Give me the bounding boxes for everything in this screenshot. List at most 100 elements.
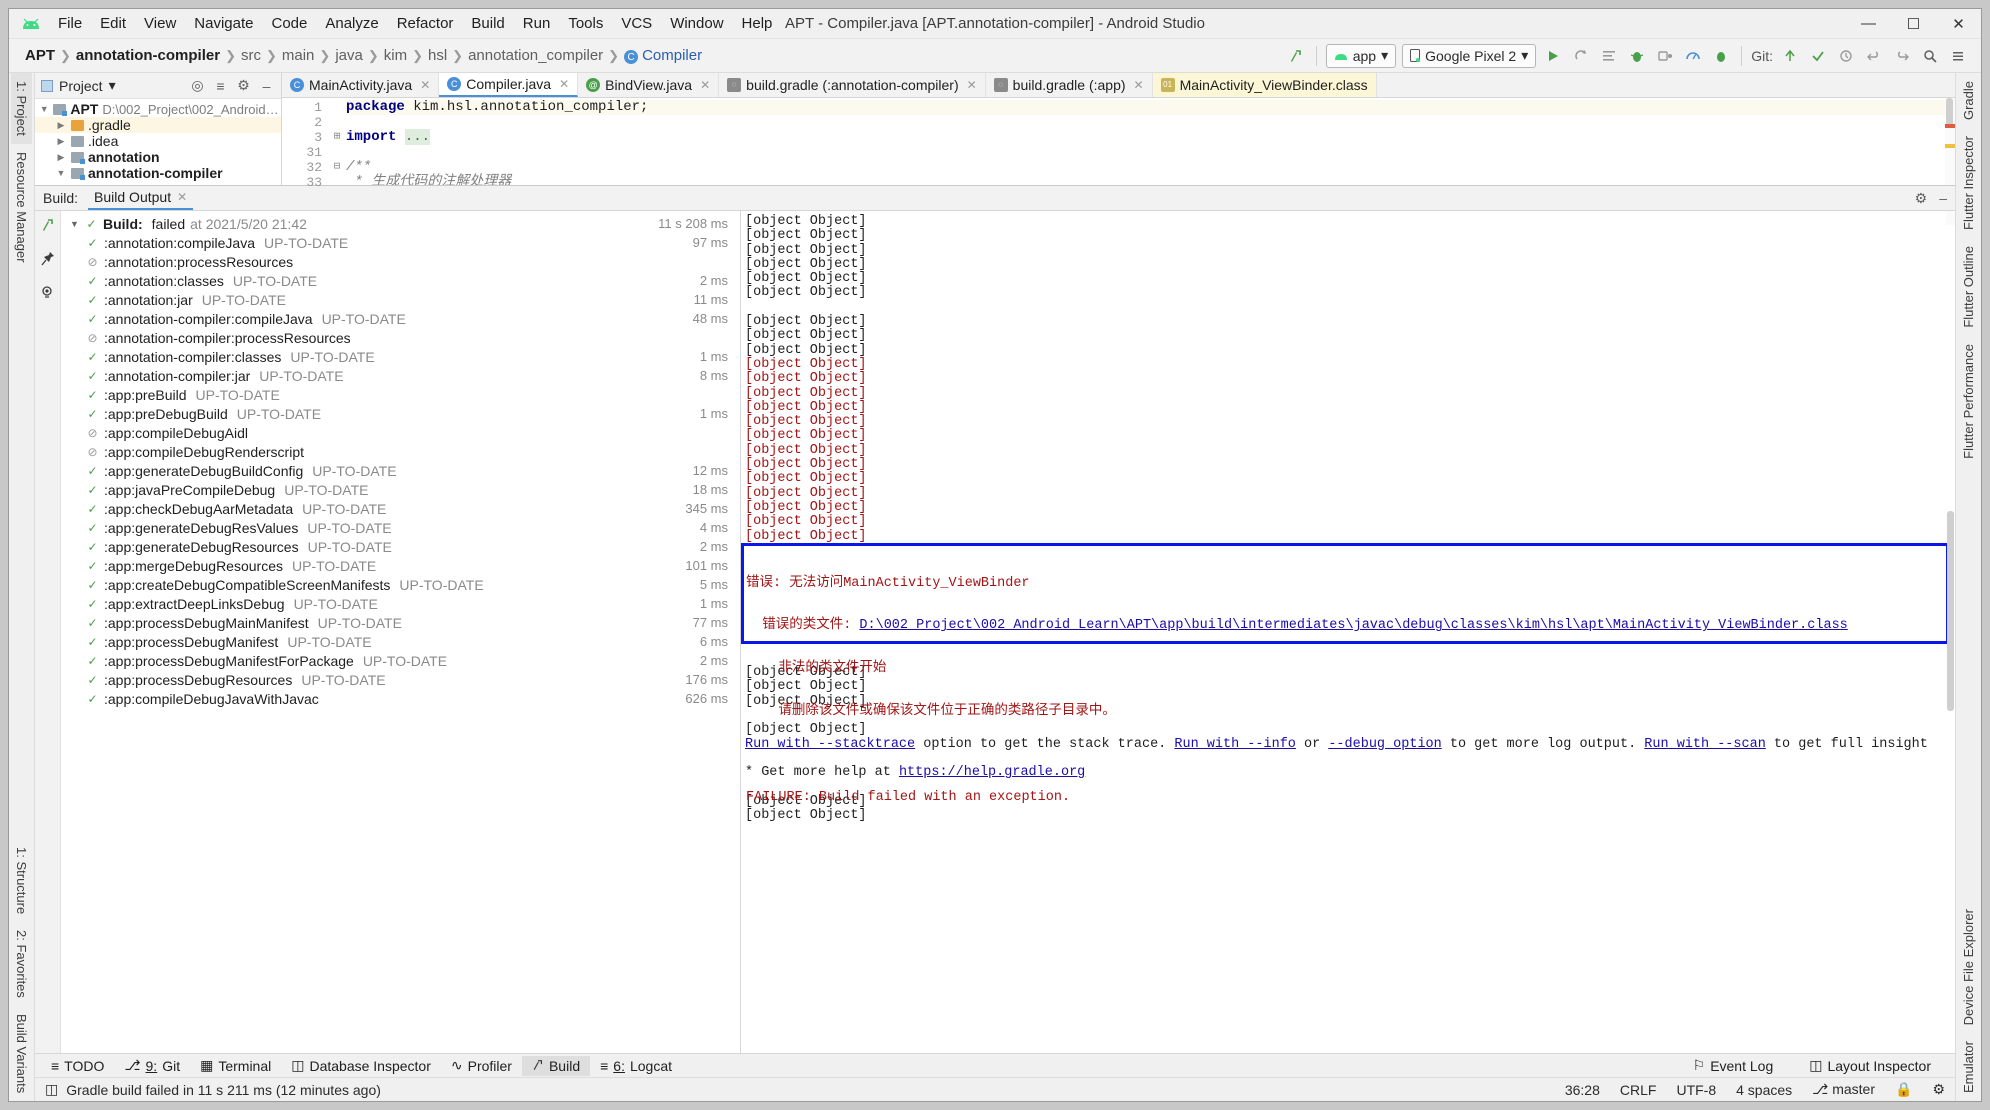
breadcrumb-main[interactable]: main <box>278 47 319 64</box>
menu-build[interactable]: Build <box>462 12 513 35</box>
build-row[interactable]: ✓ :app:processDebugManifest UP-TO-DATE 6… <box>61 632 740 651</box>
bottom-tab-layout-inspector[interactable]: ◫ Layout Inspector <box>1799 1055 1941 1076</box>
menu-file[interactable]: File <box>49 12 91 35</box>
build-console[interactable]: [object Object] [object Object] [object … <box>741 211 1955 1053</box>
git-branch[interactable]: ⎇ master <box>1812 1081 1875 1098</box>
editor-tab-compiler[interactable]: C Compiler.java ✕ <box>439 73 579 97</box>
build-row[interactable]: ✓ :app:createDebugCompatibleScreenManife… <box>61 575 740 594</box>
notifications-icon[interactable]: ⚙ <box>1932 1081 1945 1098</box>
rail-tab-resource-manager[interactable]: Resource Manager <box>11 144 32 271</box>
bottom-tab-logcat[interactable]: ≡ 6: Logcat <box>590 1056 682 1076</box>
menu-refactor[interactable]: Refactor <box>388 12 463 35</box>
expand-arrow-icon[interactable]: ▼ <box>55 168 67 178</box>
code-body[interactable]: 1 2 3 31 32 33 ⊞ ⊟ package kim.hsl.annot… <box>282 97 1955 190</box>
profiler-icon[interactable] <box>1682 45 1704 67</box>
error-stripe-marker[interactable] <box>1945 123 1955 128</box>
build-row[interactable]: ✓ :annotation:compileJava UP-TO-DATE 97 … <box>61 233 740 252</box>
fold-marker-import[interactable]: ⊞ <box>328 130 346 145</box>
close-icon[interactable]: ✕ <box>559 77 569 91</box>
tree-node-gradle[interactable]: ▶ .gradle <box>35 117 281 133</box>
breadcrumb-annotation-compiler-pkg[interactable]: annotation_compiler <box>464 47 607 64</box>
expand-arrow-icon[interactable]: ▼ <box>39 104 49 114</box>
rail-tab-favorites[interactable]: 2: Favorites <box>11 922 32 1006</box>
hide-icon[interactable]: – <box>258 78 275 94</box>
rail-tab-build-variants[interactable]: Build Variants <box>11 1006 32 1101</box>
rail-tab-emulator[interactable]: Emulator <box>1958 1033 1979 1101</box>
module-selector[interactable]: app ▾ <box>1325 43 1397 68</box>
git-commit-icon[interactable] <box>1807 45 1829 67</box>
close-icon[interactable]: ✕ <box>967 78 977 92</box>
menu-window[interactable]: Window <box>661 12 732 35</box>
profile-icon[interactable] <box>1598 45 1620 67</box>
rerun-build-icon[interactable] <box>40 217 56 237</box>
gear-icon[interactable]: ⚙ <box>1915 190 1928 207</box>
build-row[interactable]: ✓ :app:generateDebugResources UP-TO-DATE… <box>61 537 740 556</box>
close-icon[interactable]: ✕ <box>177 190 187 204</box>
build-row[interactable]: ⊘ :app:compileDebugAidl <box>61 423 740 442</box>
tree-node-annotation[interactable]: ▶ annotation <box>35 149 281 165</box>
editor-tab-buildgradle-app[interactable]: ◌ build.gradle (:app) ✕ <box>985 73 1153 97</box>
menu-navigate[interactable]: Navigate <box>185 12 262 35</box>
bottom-tab-terminal[interactable]: ▦ Terminal <box>190 1055 281 1076</box>
scrollbar-thumb[interactable] <box>1946 97 1953 126</box>
collapsed-imports[interactable]: ... <box>404 128 431 145</box>
tree-node-annotation-compiler[interactable]: ▼ annotation-compiler <box>35 165 281 181</box>
expand-arrow-icon[interactable]: ▶ <box>55 136 67 147</box>
menu-help[interactable]: Help <box>733 12 782 35</box>
build-row[interactable]: ✓ :app:generateDebugResValues UP-TO-DATE… <box>61 518 740 537</box>
close-icon[interactable]: ✕ <box>700 78 710 92</box>
rail-tab-gradle[interactable]: Gradle <box>1958 73 1979 128</box>
menu-view[interactable]: View <box>135 12 185 35</box>
warning-stripe-marker[interactable] <box>1945 143 1955 148</box>
close-button[interactable]: ✕ <box>1936 9 1981 39</box>
menu-edit[interactable]: Edit <box>91 12 135 35</box>
breadcrumb-apt[interactable]: APT <box>21 47 59 64</box>
collapse-all-icon[interactable]: ≡ <box>212 78 229 94</box>
breadcrumb-hsl[interactable]: hsl <box>424 47 451 64</box>
pin-icon[interactable] <box>40 251 55 271</box>
code-fold-gutter[interactable]: ⊞ ⊟ <box>328 98 346 185</box>
bottom-tab-build[interactable]: Build <box>521 1055 591 1076</box>
editor-vertical-scrollbar[interactable] <box>1945 97 1955 185</box>
build-row[interactable]: ✓ :app:preBuild UP-TO-DATE <box>61 385 740 404</box>
git-history-icon[interactable] <box>1835 45 1857 67</box>
tab-build-output[interactable]: Build Output ✕ <box>88 187 194 210</box>
attach-debugger-icon[interactable] <box>1654 45 1676 67</box>
hide-icon[interactable]: – <box>1939 190 1947 207</box>
close-icon[interactable]: ✕ <box>1134 78 1144 92</box>
breadcrumb-annotation-compiler[interactable]: annotation-compiler <box>72 47 224 64</box>
menu-tools[interactable]: Tools <box>559 12 612 35</box>
build-row[interactable]: ✓ :annotation-compiler:compileJava UP-TO… <box>61 309 740 328</box>
run-with-coverage-icon[interactable] <box>1570 45 1592 67</box>
tree-node-apt[interactable]: ▼ APT D:\002_Project\002_Android_Learn\ <box>35 101 281 117</box>
code-lines[interactable]: package kim.hsl.annotation_compiler; imp… <box>346 98 1955 185</box>
menu-code[interactable]: Code <box>262 12 316 35</box>
bottom-tab-profiler[interactable]: ∿ Profiler <box>441 1055 522 1076</box>
breadcrumb-src[interactable]: src <box>237 47 265 64</box>
error-highlight-box[interactable]: 错误: 无法访问MainActivity_ViewBinder 错误的类文件: … <box>741 543 1949 805</box>
file-encoding[interactable]: UTF-8 <box>1676 1082 1716 1098</box>
caret-position[interactable]: 36:28 <box>1565 1082 1600 1098</box>
chevron-down-icon[interactable]: ▾ <box>109 77 116 94</box>
git-update-icon[interactable] <box>1779 45 1801 67</box>
editor-tab-viewbinder-class[interactable]: 01 MainActivity_ViewBinder.class <box>1152 73 1377 97</box>
build-row[interactable]: ✓ :app:extractDeepLinksDebug UP-TO-DATE … <box>61 594 740 613</box>
build-row[interactable]: ✓ :app:mergeDebugResources UP-TO-DATE 10… <box>61 556 740 575</box>
rail-tab-flutter-performance[interactable]: Flutter Performance <box>1958 336 1979 467</box>
expand-arrow-icon[interactable]: ▼ <box>69 219 80 229</box>
build-row[interactable]: ✓ :app:javaPreCompileDebug UP-TO-DATE 18… <box>61 480 740 499</box>
locate-icon[interactable]: ◎ <box>189 77 206 94</box>
build-row[interactable]: ✓ :annotation-compiler:jar UP-TO-DATE 8 … <box>61 366 740 385</box>
bottom-tab-todo[interactable]: ≡ TODO <box>41 1056 114 1076</box>
debug-icon[interactable] <box>1626 45 1648 67</box>
build-row[interactable]: ⊘ :annotation:processResources <box>61 252 740 271</box>
menu-icon[interactable] <box>1947 45 1969 67</box>
build-row[interactable]: ✓ :app:processDebugManifestForPackage UP… <box>61 651 740 670</box>
device-selector[interactable]: Google Pixel 2 ▾ <box>1402 43 1537 68</box>
expand-arrow-icon[interactable]: ▶ <box>55 152 67 163</box>
redo-icon[interactable] <box>1891 45 1913 67</box>
rail-tab-structure[interactable]: 1: Structure <box>11 839 32 922</box>
lock-icon[interactable]: 🔒 <box>1895 1081 1912 1098</box>
menu-analyze[interactable]: Analyze <box>316 12 387 35</box>
bottom-tab-database-inspector[interactable]: ◫ Database Inspector <box>281 1055 441 1076</box>
